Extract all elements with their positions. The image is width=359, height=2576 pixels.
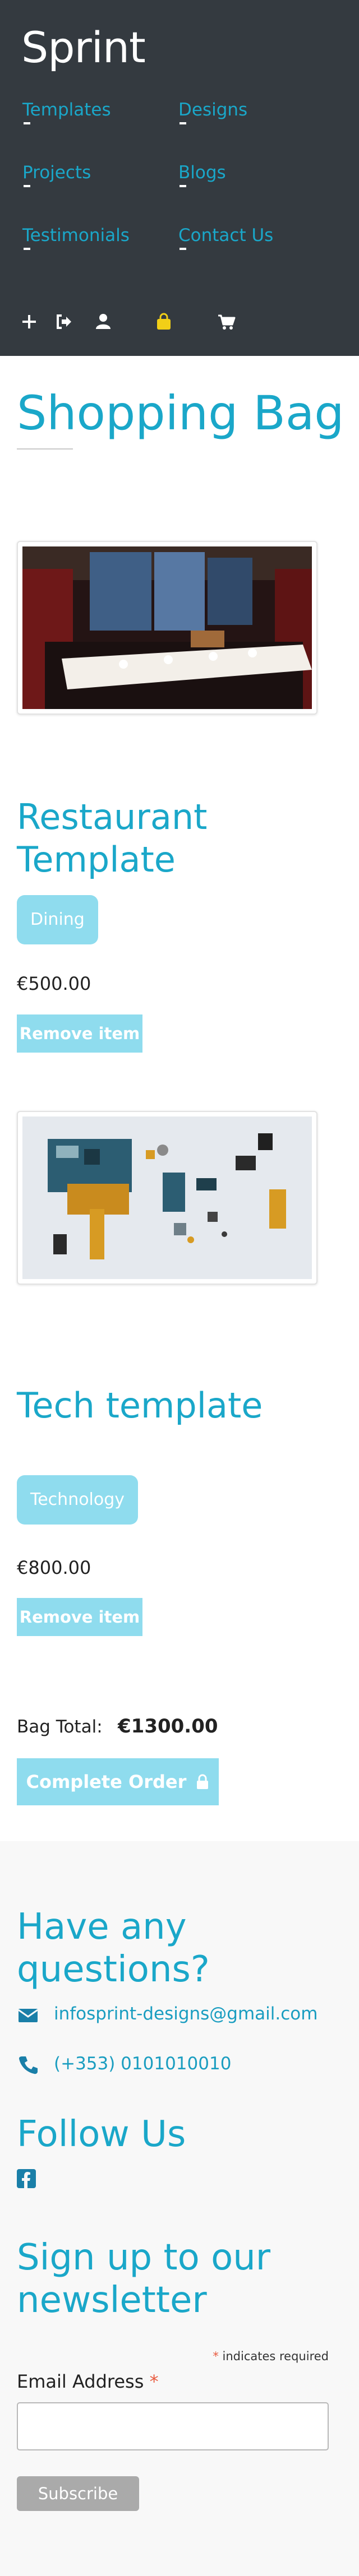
- email-label: Email Address *: [17, 2371, 159, 2392]
- nav-dash: [24, 248, 30, 250]
- bag-total-value: €1300.00: [118, 1715, 218, 1738]
- envelope-icon: [17, 2004, 39, 2026]
- restaurant-photo: [17, 541, 317, 715]
- item-price: €500.00: [17, 973, 91, 994]
- contact-phone-link[interactable]: (+353) 0101010010: [54, 2054, 231, 2074]
- nav-dash: [24, 122, 30, 124]
- email-input[interactable]: [17, 2402, 329, 2450]
- brand-logo[interactable]: Sprint: [21, 22, 146, 72]
- required-note: * indicates required: [213, 2350, 329, 2363]
- nav-link-designs[interactable]: Designs: [178, 100, 248, 124]
- nav-link-testimonials[interactable]: Testimonials: [22, 225, 130, 250]
- category-badge: Technology: [17, 1475, 139, 1525]
- facebook-icon[interactable]: [17, 2169, 36, 2188]
- nav-link-projects[interactable]: Projects: [22, 163, 91, 187]
- bag-total-label: Bag Total:: [17, 1717, 103, 1737]
- required-star: *: [149, 2371, 159, 2392]
- shopping-bag-icon[interactable]: [154, 312, 174, 332]
- nav-link-label: Contact Us: [178, 225, 274, 245]
- shopping-bag-section: Shopping Bag Restaurant Template Dining …: [0, 356, 359, 1841]
- nav-dash: [180, 248, 186, 250]
- user-icon[interactable]: [93, 312, 113, 332]
- nav-dash: [180, 185, 186, 187]
- cart-icon[interactable]: [217, 312, 237, 332]
- nav-dash: [24, 185, 30, 187]
- plus-icon[interactable]: [19, 312, 39, 332]
- subscribe-button[interactable]: Subscribe: [17, 2476, 139, 2511]
- complete-order-label: Complete Order: [26, 1771, 187, 1792]
- nav-link-label: Designs: [178, 100, 248, 120]
- phone-icon: [17, 2054, 39, 2076]
- nav-link-label: Testimonials: [22, 225, 130, 245]
- nav-link-templates[interactable]: Templates: [22, 100, 111, 124]
- circuit-board-photo: [17, 1111, 317, 1285]
- nav-link-label: Blogs: [178, 163, 226, 183]
- lock-icon: [196, 1774, 208, 1789]
- nav-link-contact-us[interactable]: Contact Us: [178, 225, 274, 250]
- item-price: €800.00: [17, 1557, 91, 1578]
- nav-link-blogs[interactable]: Blogs: [178, 163, 226, 187]
- title-divider: [17, 448, 73, 450]
- nav-dash: [180, 122, 186, 124]
- email-label-text: Email Address: [17, 2371, 144, 2392]
- remove-item-button[interactable]: Remove item: [17, 1598, 142, 1636]
- item-name[interactable]: Tech template: [17, 1384, 263, 1427]
- page-title: Shopping Bag: [17, 386, 344, 441]
- follow-heading: Follow Us: [17, 2114, 186, 2155]
- required-note-text: indicates required: [222, 2350, 329, 2363]
- contact-email-link[interactable]: infosprint-designs@gmail.com: [54, 2004, 317, 2024]
- item-name[interactable]: Restaurant Template: [17, 796, 359, 881]
- site-header: Sprint Templates Designs Projects Blogs …: [0, 0, 359, 356]
- sign-out-icon[interactable]: [54, 312, 74, 332]
- questions-heading: Have any questions?: [17, 1906, 210, 1990]
- category-badge: Dining: [17, 895, 98, 944]
- remove-item-button[interactable]: Remove item: [17, 1014, 142, 1053]
- nav-link-label: Templates: [22, 100, 111, 120]
- complete-order-button[interactable]: Complete Order: [17, 1758, 219, 1805]
- required-star: *: [213, 2350, 219, 2363]
- nav-link-label: Projects: [22, 163, 91, 183]
- newsletter-heading: Sign up to our newsletter: [17, 2237, 271, 2321]
